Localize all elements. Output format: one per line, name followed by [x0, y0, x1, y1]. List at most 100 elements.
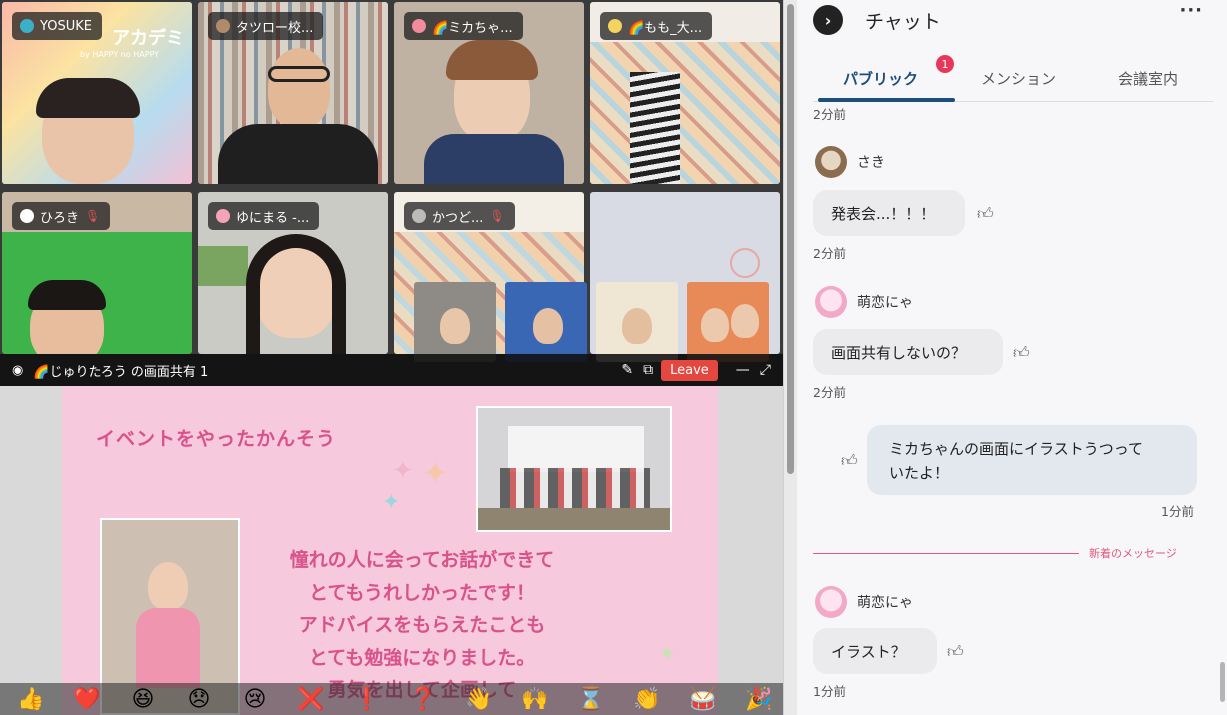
like-icon[interactable]: 👍︎ [841, 451, 858, 471]
cry-reaction[interactable]: 😢 [238, 687, 272, 712]
message-bubble: 画面共有しないの？ [813, 329, 1003, 375]
clap-reaction[interactable]: 👏 [630, 687, 664, 712]
message-sender: さき [815, 146, 885, 178]
avatar-icon [412, 19, 426, 33]
tab-mentions[interactable]: メンション [981, 68, 1056, 89]
like-icon[interactable]: 👍︎ [977, 204, 994, 224]
avatar-icon [216, 209, 230, 223]
video-tile[interactable]: タツロー校... [198, 2, 388, 184]
participant-face [268, 48, 330, 128]
shared-slide: イベントをやったかんそう ✦ ✦ ✦ ✦ 憧れの人に会ってお話ができて とてもう… [62, 386, 718, 715]
laugh-reaction[interactable]: 😆 [126, 687, 160, 712]
message-time: 2分前 [813, 246, 846, 261]
unread-badge: 1 [936, 55, 954, 73]
chat-header: › チャット ··· [797, 0, 1227, 40]
decoration-circle [730, 248, 760, 278]
chat-scrollbar[interactable] [1220, 102, 1225, 702]
participant-face [622, 308, 652, 344]
video-tile[interactable]: 🌈もも_大... [590, 2, 780, 184]
heart-reaction[interactable]: ❤️ [70, 687, 104, 712]
message-list: 2分前 さき 発表会...！！！ 👍︎ 2分前 萌恋にゃ 画面共有しないの？ 👍… [797, 102, 1217, 715]
message-line: いたよ！ [889, 464, 950, 482]
own-message-bubble: ミカちゃんの画面にイラストうつって いたよ！ [867, 425, 1197, 495]
thumbnail-tile[interactable] [505, 282, 587, 362]
avatar-icon [20, 19, 34, 33]
message-time: 2分前 [813, 385, 846, 400]
leave-button[interactable]: Leave [661, 359, 718, 381]
avatar [815, 146, 847, 178]
tab-meeting-room[interactable]: 会議室内 [1118, 68, 1178, 89]
disappointed-reaction[interactable]: 😞 [182, 687, 216, 712]
slide-line: 憧れの人に会ってお話ができて [289, 549, 555, 571]
wave-reaction[interactable]: 👋 [462, 687, 496, 712]
video-tile[interactable]: 🌈ミカちゃ... [394, 2, 584, 184]
message-sender: 萌恋にゃ [815, 286, 913, 318]
participant-name-tag: 🌈ミカちゃ... [404, 12, 523, 40]
participant-face [731, 304, 759, 338]
thumbnail-tile[interactable] [596, 282, 678, 362]
reaction-bar: 👍 ❤️ 😆 😞 😢 ❌ ❗ ❓ 👋 🙌 ⌛ 👏 🥁 🎉 [0, 683, 783, 715]
thumbnail-tile[interactable] [414, 282, 496, 362]
sparkle-icon: ✦ [658, 642, 677, 667]
hourglass-reaction[interactable]: ⌛ [574, 687, 608, 712]
minimize-icon[interactable]: — [736, 362, 750, 378]
new-messages-divider: 新着のメッセージ [813, 545, 1189, 561]
chevron-right-icon: › [824, 10, 832, 30]
participant-name-tag: ひろき 🎙 [12, 202, 111, 230]
participant-name-tag: タツロー校... [208, 12, 324, 40]
message-time: 1分前 [813, 684, 846, 699]
avatar [815, 286, 847, 318]
drum-reaction[interactable]: 🥁 [686, 687, 720, 712]
like-icon[interactable]: 👍︎ [947, 642, 964, 662]
exclamation-reaction[interactable]: ❗ [350, 687, 384, 712]
annotate-icon[interactable]: ✎ [621, 362, 633, 378]
chat-tabs: パブリック 1 メンション 会議室内 [813, 55, 1213, 102]
raised-hands-reaction[interactable]: 🙌 [518, 687, 552, 712]
shared-screen: イベントをやったかんそう ✦ ✦ ✦ ✦ 憧れの人に会ってお話ができて とてもう… [0, 386, 783, 715]
message-bubble: イラスト？ [813, 628, 937, 674]
sparkle-icon: ✦ [422, 454, 449, 492]
zebra-skirt [630, 72, 680, 184]
new-messages-label: 新着のメッセージ [1089, 547, 1177, 560]
sparkle-icon: ✦ [382, 490, 401, 515]
more-options-icon[interactable]: ··· [1179, 0, 1203, 21]
cross-reaction[interactable]: ❌ [294, 687, 328, 712]
participant-name-tag: かつど... 🎙 [404, 202, 515, 230]
participant-hair [246, 234, 346, 354]
scrollbar-thumb[interactable] [787, 4, 794, 474]
chat-scrollbar-thumb[interactable] [1220, 662, 1225, 702]
message-bubble: 発表会...！！！ [813, 190, 965, 236]
collapse-chat-button[interactable]: › [813, 5, 843, 35]
expand-icon[interactable]: ⤢ [760, 362, 771, 378]
like-icon[interactable]: 👍︎ [1013, 343, 1030, 363]
thumbs-up-reaction[interactable]: 👍 [14, 687, 48, 712]
academy-logo-sub: by HAPPY no HAPPY [80, 50, 160, 59]
message-sender: 萌恋にゃ [815, 586, 913, 618]
party-reaction[interactable]: 🎉 [742, 687, 776, 712]
participant-name-tag: YOSUKE [12, 12, 102, 40]
screen-share-bar: ◉ 🌈じゅりたろう の画面共有 1 ✎ ⧉ Leave — ⤢ [0, 354, 783, 386]
participant-hair [446, 40, 538, 80]
avatar [815, 586, 847, 618]
slide-line: とてもうれしかったです！ [309, 581, 535, 604]
participant-face [440, 308, 470, 344]
video-tile[interactable]: アカデミ by HAPPY no HAPPY YOSUKE [2, 2, 192, 184]
sparkle-icon: ✦ [392, 456, 414, 486]
tab-public[interactable]: パブリック [843, 68, 918, 89]
message-time: 2分前 [813, 107, 846, 122]
video-gallery: アカデミ by HAPPY no HAPPY YOSUKE タツロー校... 🌈… [0, 0, 783, 715]
mic-muted-icon: 🎙 [85, 209, 101, 223]
participant-face [533, 308, 563, 344]
question-reaction[interactable]: ❓ [406, 687, 440, 712]
glasses [268, 66, 330, 82]
avatar-icon [412, 209, 426, 223]
academy-logo-text: アカデミ [112, 28, 184, 49]
chat-panel: › チャット ··· パブリック 1 メンション 会議室内 2分前 さき 発表会… [797, 0, 1227, 715]
scrollbar[interactable] [783, 0, 797, 715]
participant-hair [36, 78, 140, 118]
thumbnail-tile[interactable] [687, 282, 769, 362]
video-tile[interactable]: ひろき 🎙 [2, 192, 192, 354]
video-tile[interactable]: ゆにまる -... [198, 192, 388, 354]
share-owner-icon: ◉ [12, 362, 24, 378]
pop-out-icon[interactable]: ⧉ [643, 362, 653, 378]
